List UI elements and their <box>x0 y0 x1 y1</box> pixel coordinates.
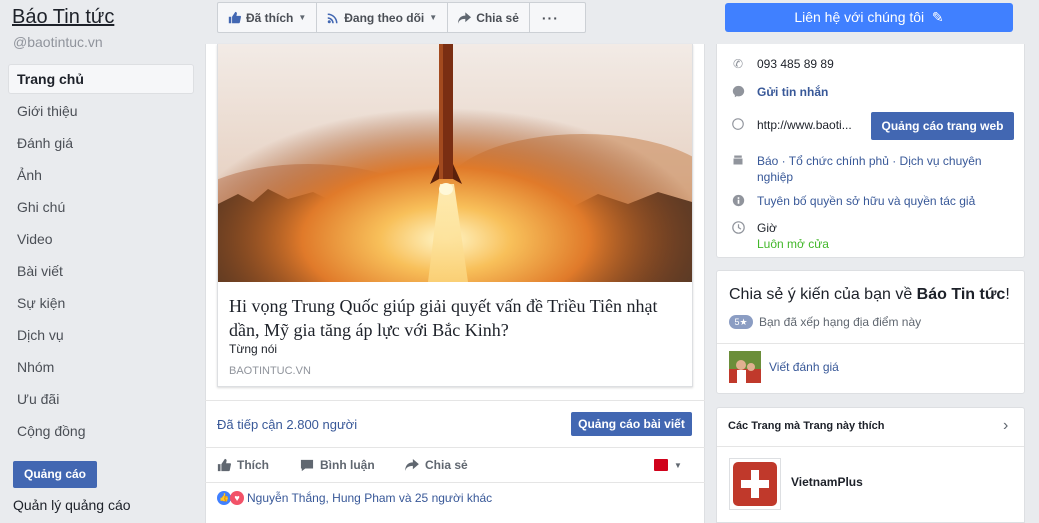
send-message-link[interactable]: Gửi tin nhắn <box>757 85 828 99</box>
nav-item-posts[interactable]: Bài viết <box>8 256 194 286</box>
more-button[interactable]: ··· <box>530 3 571 32</box>
share-button[interactable]: Chia sẻ <box>405 458 468 472</box>
article-headline[interactable]: Hi vọng Trung Quốc giúp giải quyết vấn đ… <box>229 294 679 342</box>
share-label: Chia sẻ <box>425 458 468 472</box>
review-prompt-suffix: ! <box>1005 286 1010 303</box>
rss-icon <box>328 13 338 23</box>
contact-us-button[interactable]: Liên hệ với chúng tôi ✎ <box>725 3 1013 32</box>
nav-item-community[interactable]: Cộng đồng <box>8 416 194 446</box>
left-sidebar: Báo Tin tức @baotintuc.vn Trang chủ Giới… <box>0 0 200 523</box>
share-icon <box>405 459 419 471</box>
comment-icon <box>300 459 314 471</box>
reactions-text: Nguyễn Thắng, Hung Pham và 25 người khác <box>247 491 493 505</box>
review-panel: Chia sẻ ý kiến của bạn về Báo Tin tức! 5… <box>716 270 1025 394</box>
missile-launch-image <box>218 44 692 282</box>
globe-icon <box>731 118 745 132</box>
divider <box>717 343 1024 344</box>
like-button[interactable]: Thích <box>217 458 269 472</box>
nav-item-about[interactable]: Giới thiệu <box>8 96 194 126</box>
nav-item-groups[interactable]: Nhóm <box>8 352 194 382</box>
phone-icon: ✆ <box>732 57 744 71</box>
post-reach-row: Đã tiếp cận 2.800 người Quảng cáo bài vi… <box>205 400 705 446</box>
chevron-down-icon: ▼ <box>429 13 438 22</box>
clock-icon <box>731 221 745 235</box>
review-prompt-prefix: Chia sẻ ý kiến của bạn về <box>729 286 917 303</box>
copyright-link[interactable]: Tuyên bố quyền sở hữu và quyền tác giả <box>757 194 975 208</box>
page-category[interactable]: Báo · Tổ chức chính phủ · Dịch vụ chuyên… <box>757 153 997 185</box>
rated-text: Bạn đã xếp hạng địa điểm này <box>759 315 922 329</box>
review-prompt: Chia sẻ ý kiến của bạn về Báo Tin tức! <box>729 286 1010 304</box>
post-actions: Thích Bình luận Chia sẻ ▼ <box>205 447 705 483</box>
like-label: Thích <box>237 458 269 472</box>
hours-status: Luôn mở cửa <box>757 237 829 251</box>
thumbs-up-icon <box>228 11 241 24</box>
promote-website-button[interactable]: Quảng cáo trang web <box>871 112 1014 140</box>
liked-page-name[interactable]: VietnamPlus <box>791 475 863 489</box>
page-name[interactable]: Báo Tin tức <box>12 6 114 29</box>
vietnamplus-logo[interactable] <box>729 458 781 510</box>
divider <box>717 446 1024 447</box>
rating-badge: 5★ <box>729 315 753 329</box>
share-icon <box>458 11 472 24</box>
write-review-link[interactable]: Viết đánh giá <box>769 360 839 374</box>
contact-us-label: Liên hệ với chúng tôi <box>794 9 925 25</box>
post-as-selector[interactable]: ▼ <box>654 459 682 471</box>
page-avatar-icon <box>654 459 668 471</box>
following-button[interactable]: Đang theo dõi ▼ <box>317 3 449 32</box>
about-panel: ✆ 093 485 89 89 Gửi tin nhắn http://www.… <box>716 44 1025 258</box>
article-domain: BAOTINTUC.VN <box>229 365 311 377</box>
promote-button[interactable]: Quảng cáo <box>13 461 97 488</box>
boost-post-button[interactable]: Quảng cáo bài viết <box>571 412 692 436</box>
messenger-icon <box>731 85 745 99</box>
ads-manager-link[interactable]: Quản lý quảng cáo <box>13 497 131 513</box>
info-icon <box>731 194 745 208</box>
liked-pages-panel: Các Trang mà Trang này thích › VietnamPl… <box>716 407 1025 523</box>
article-snippet: Từng nói <box>229 342 278 356</box>
nav-item-services[interactable]: Dịch vụ <box>8 320 194 350</box>
page-handle[interactable]: @baotintuc.vn <box>13 34 103 50</box>
chevron-down-icon: ▼ <box>298 13 307 22</box>
nav-item-photos[interactable]: Ảnh <box>8 160 194 190</box>
nav-item-offers[interactable]: Ưu đãi <box>8 384 194 414</box>
reactions-summary[interactable]: 👍 ♥ Nguyễn Thắng, Hung Pham và 25 người … <box>217 491 492 505</box>
pencil-icon: ✎ <box>928 9 944 25</box>
like-reaction-icon: 👍 <box>217 491 231 505</box>
nav-item-home[interactable]: Trang chủ <box>8 64 194 94</box>
thumbs-up-icon <box>217 458 231 472</box>
website-link[interactable]: http://www.baoti... <box>757 118 852 132</box>
hours-label: Giờ <box>757 221 777 235</box>
category-icon <box>731 154 745 168</box>
share-page-label: Chia sẻ <box>476 10 519 25</box>
nav-item-events[interactable]: Sự kiện <box>8 288 194 318</box>
reach-link[interactable]: Đã tiếp cận 2.800 người <box>217 417 357 432</box>
liked-label: Đã thích <box>246 10 294 25</box>
liked-pages-title[interactable]: Các Trang mà Trang này thích <box>728 420 885 432</box>
comment-button[interactable]: Bình luận <box>300 458 375 472</box>
article-image[interactable] <box>218 44 692 282</box>
link-preview-card[interactable]: Hi vọng Trung Quốc giúp giải quyết vấn đ… <box>217 44 693 387</box>
more-icon: ··· <box>541 9 559 26</box>
nav-item-videos[interactable]: Video <box>8 224 194 254</box>
liked-button[interactable]: Đã thích ▼ <box>218 3 318 32</box>
following-label: Đang theo dõi <box>344 10 425 25</box>
comment-label: Bình luận <box>320 458 375 472</box>
review-page-name[interactable]: Báo Tin tức <box>917 286 1006 303</box>
share-page-button[interactable]: Chia sẻ <box>448 3 530 32</box>
nav-item-notes[interactable]: Ghi chú <box>8 192 194 222</box>
chevron-down-icon: ▼ <box>674 460 682 470</box>
nav-item-reviews[interactable]: Đánh giá <box>8 128 194 158</box>
chevron-right-icon[interactable]: › <box>1003 417 1008 435</box>
love-reaction-icon: ♥ <box>230 491 244 505</box>
user-avatar[interactable] <box>729 351 761 383</box>
phone-number[interactable]: 093 485 89 89 <box>757 57 834 71</box>
page-action-bar: Đã thích ▼ Đang theo dõi ▼ Chia sẻ ··· <box>217 2 586 33</box>
